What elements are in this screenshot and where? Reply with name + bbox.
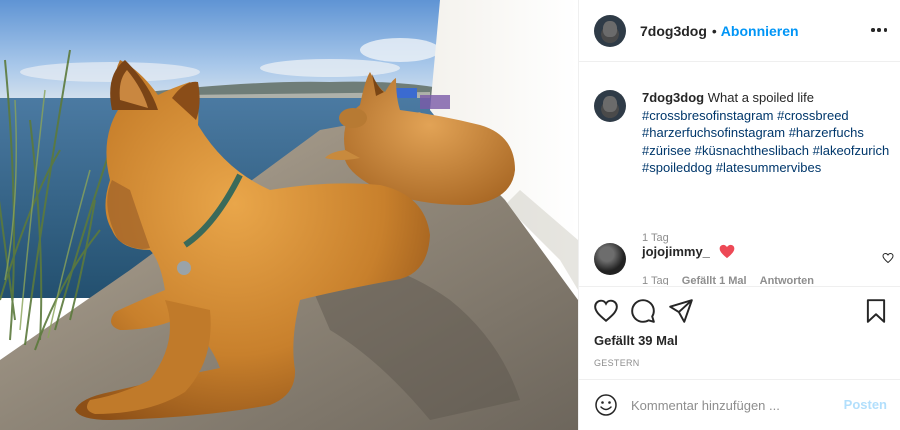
emoji-icon[interactable] xyxy=(594,393,618,417)
comment-input[interactable] xyxy=(631,394,831,416)
avatar[interactable] xyxy=(594,14,626,47)
header-separator: • xyxy=(711,22,717,39)
caption-avatar[interactable] xyxy=(594,90,626,122)
hashtag-link[interactable]: #spoileddog xyxy=(642,160,712,175)
likes-count[interactable]: Gefällt 39 Mal xyxy=(594,333,678,348)
hashtag-link[interactable]: #zürisee xyxy=(642,143,691,158)
action-bar: Gefällt 39 Mal GESTERN xyxy=(579,286,900,378)
reply-button[interactable]: Antworten xyxy=(760,275,814,285)
hashtag-link[interactable]: #küsnachtheslibach xyxy=(695,143,809,158)
caption: 7dog3dog What a spoiled life #crossbreso… xyxy=(594,89,894,244)
bookmark-icon[interactable] xyxy=(863,298,889,324)
heart-outline-icon[interactable] xyxy=(593,298,619,324)
hashtag-link[interactable]: #harzerfuchs xyxy=(789,125,864,140)
comment-icon[interactable] xyxy=(630,298,656,324)
hashtag-link[interactable]: #lakeofzurich xyxy=(813,143,890,158)
comment-likes[interactable]: Gefällt 1 Mal xyxy=(682,275,747,285)
comment-avatar[interactable] xyxy=(594,243,626,275)
follow-button[interactable]: Abonnieren xyxy=(721,23,799,39)
heart-emoji-icon xyxy=(719,244,735,259)
hashtag-link[interactable]: #harzerfuchsofinstagram xyxy=(642,125,785,140)
dogs-by-lake-image xyxy=(0,0,578,430)
comment-username[interactable]: jojojimmy_ xyxy=(642,244,710,259)
instagram-post: 7dog3dog • Abonnieren 7dog3dog What a sp… xyxy=(0,0,900,430)
comment-time[interactable]: 1 Tag xyxy=(642,275,669,285)
header-username[interactable]: 7dog3dog xyxy=(640,23,707,39)
post-photo[interactable] xyxy=(0,0,578,430)
action-icons xyxy=(593,298,889,324)
comments-section: 7dog3dog What a spoiled life #crossbreso… xyxy=(579,63,900,285)
comment-like-icon[interactable] xyxy=(882,252,894,264)
hashtag-link[interactable]: #latesummervibes xyxy=(716,160,822,175)
hashtag-link[interactable]: #crossbreed xyxy=(777,108,849,123)
hashtag-link[interactable]: #crossbresofinstagram xyxy=(642,108,774,123)
add-comment-form: Posten xyxy=(579,379,900,430)
caption-time[interactable]: 1 Tag xyxy=(642,232,669,244)
post-comment-button[interactable]: Posten xyxy=(844,397,887,412)
more-options-icon[interactable] xyxy=(871,22,887,38)
caption-username[interactable]: 7dog3dog xyxy=(642,90,704,105)
paper-plane-icon[interactable] xyxy=(668,298,694,324)
caption-body: What a spoiled life xyxy=(707,90,814,105)
post-header: 7dog3dog • Abonnieren xyxy=(579,0,900,62)
post-date[interactable]: GESTERN xyxy=(594,358,640,368)
caption-text: 7dog3dog What a spoiled life #crossbreso… xyxy=(642,89,892,177)
comment-meta: 1 Tag Gefällt 1 Mal Antworten xyxy=(642,275,824,285)
post-side-panel: 7dog3dog • Abonnieren 7dog3dog What a sp… xyxy=(578,0,900,430)
